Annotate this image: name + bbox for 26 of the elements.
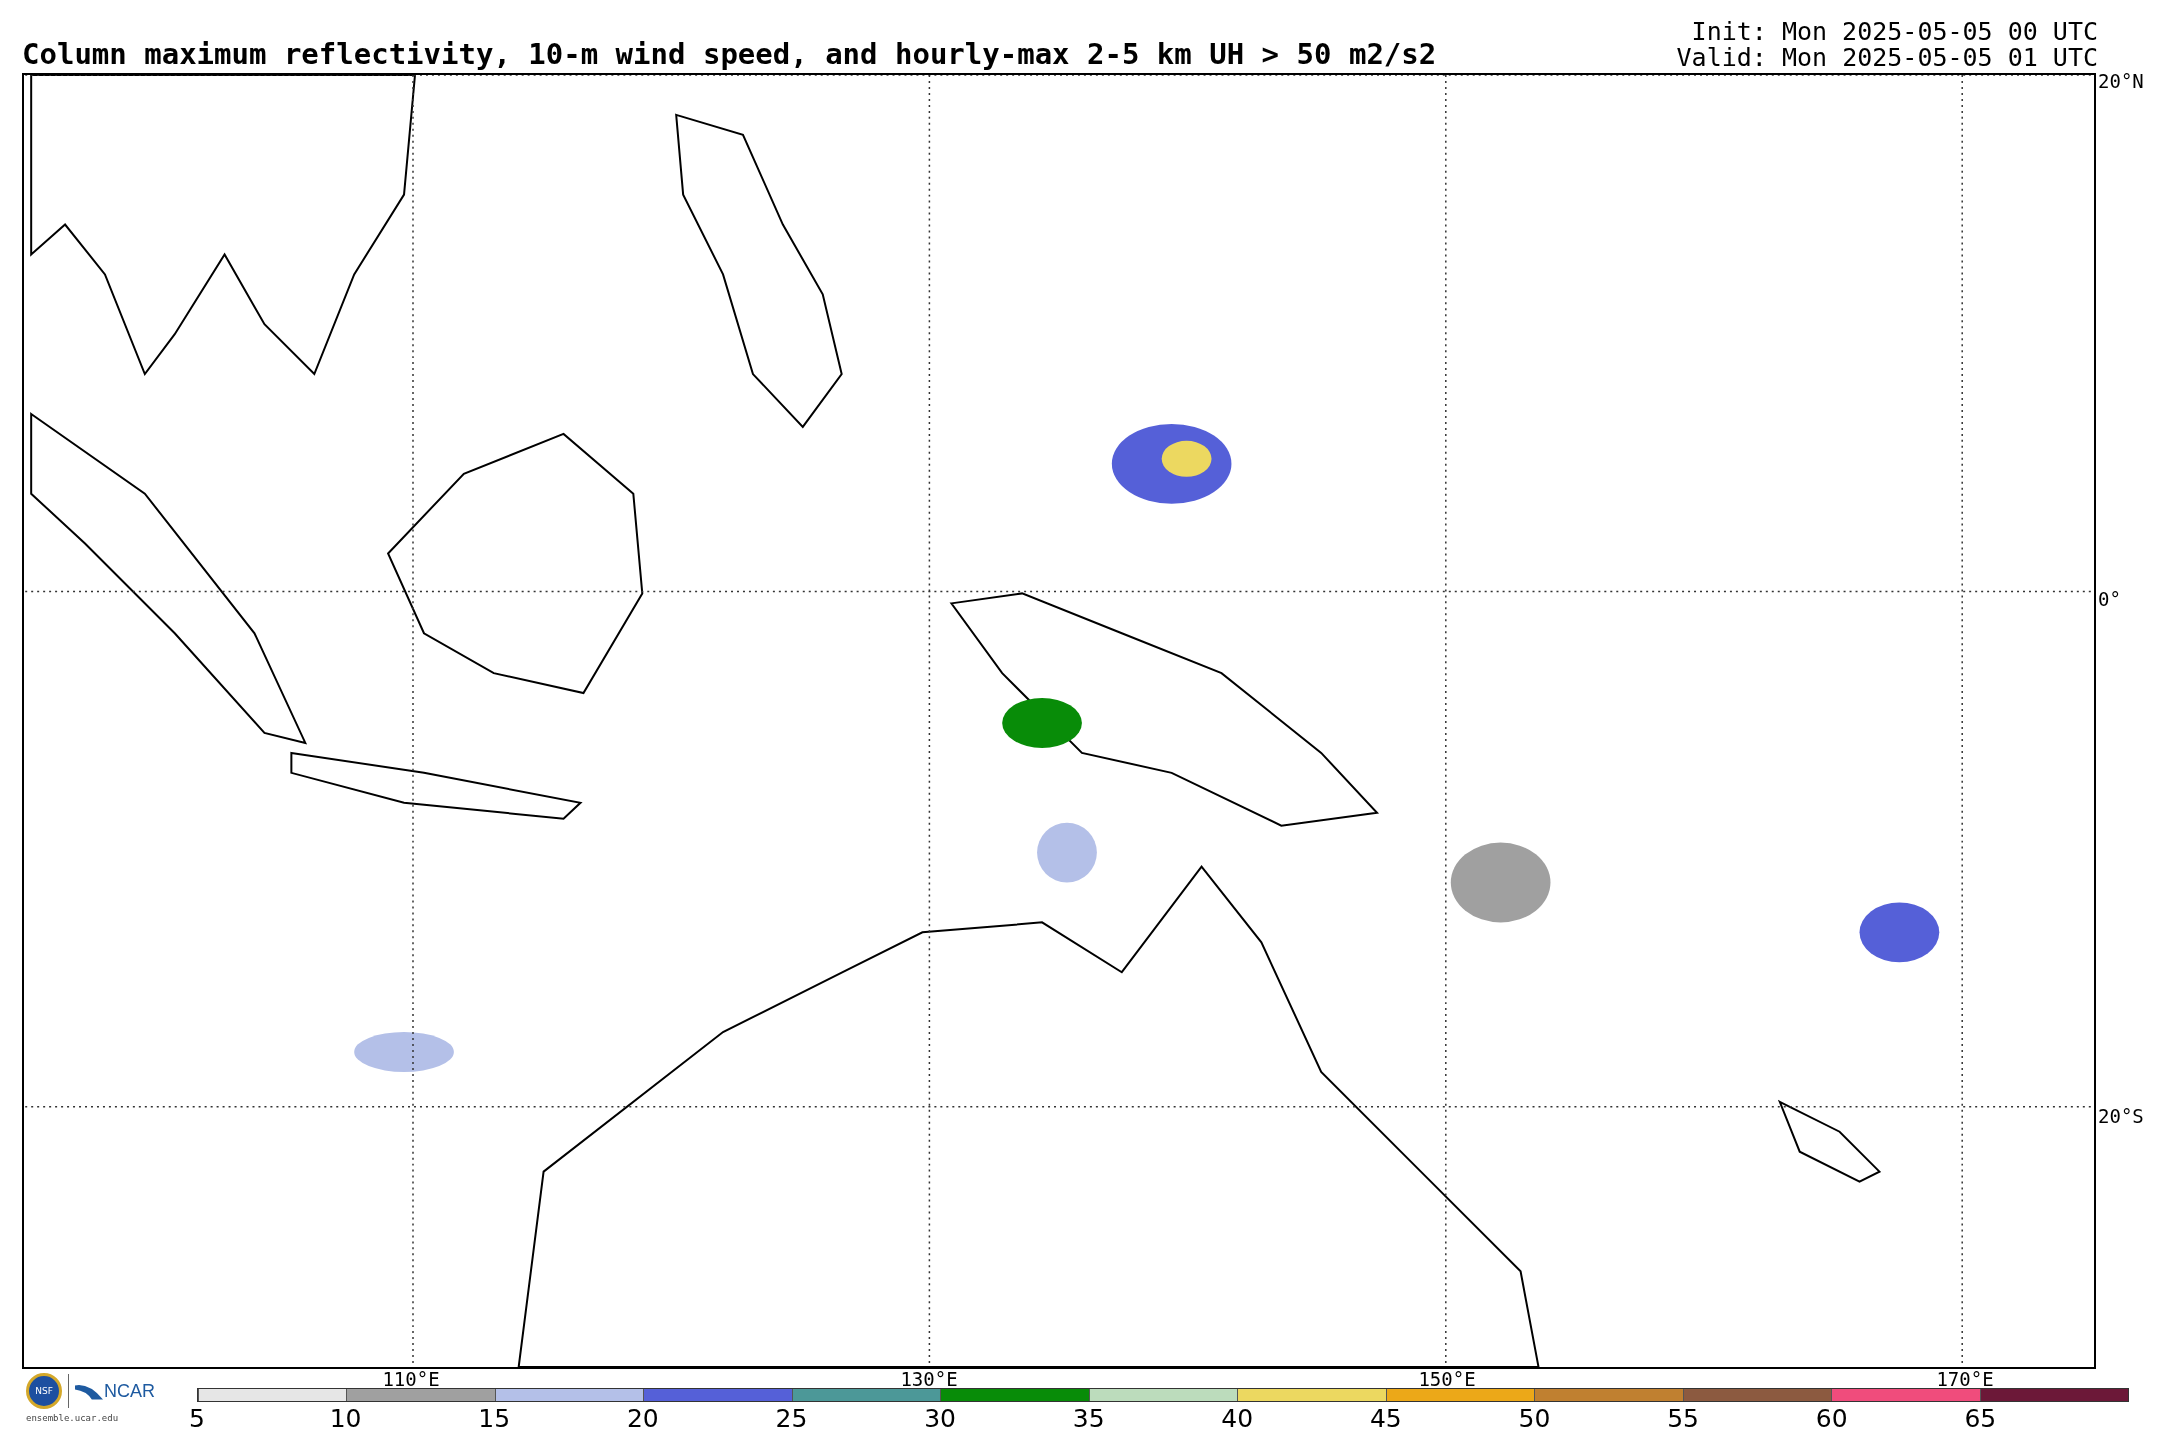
scale-label: 50 [1518, 1405, 1551, 1433]
chart-title: Column maximum reflectivity, 10-m wind speed, and hourly-max 2-5 km UH > 50 m2/s2 [22, 37, 1437, 73]
scale-label: 15 [478, 1405, 511, 1433]
ncar-logo: NCAR [75, 1380, 155, 1402]
nsf-logo: NSF [26, 1373, 62, 1409]
scale-label: 65 [1964, 1405, 1997, 1433]
longitude-label: 170°E [1936, 1369, 1994, 1389]
scale-label: 25 [775, 1405, 808, 1433]
scale-label: 45 [1369, 1405, 1402, 1433]
latitude-label: 20°S [2098, 1106, 2144, 1126]
init-time: Init: Mon 2025-05-05 00 UTC [1690, 19, 2098, 45]
latitude-label: 20°N [2098, 71, 2144, 91]
valid-time: Valid: Mon 2025-05-05 01 UTC [1676, 45, 2098, 71]
scale-label: 40 [1221, 1405, 1254, 1433]
scale-label: 10 [329, 1405, 362, 1433]
scale-label: 60 [1815, 1405, 1848, 1433]
scale-label: 30 [924, 1405, 956, 1433]
scale-label: 5 [189, 1405, 205, 1433]
longitude-label: 130°E [900, 1369, 958, 1389]
longitude-label: 150°E [1418, 1369, 1476, 1389]
longitude-label: 110°E [382, 1369, 440, 1389]
scale-label: 55 [1667, 1405, 1699, 1433]
latitude-label: 0° [2098, 589, 2121, 609]
site-url: ensemble.ucar.edu [26, 1413, 120, 1423]
scale-label: 20 [626, 1405, 659, 1433]
scale-label: 35 [1072, 1405, 1105, 1433]
